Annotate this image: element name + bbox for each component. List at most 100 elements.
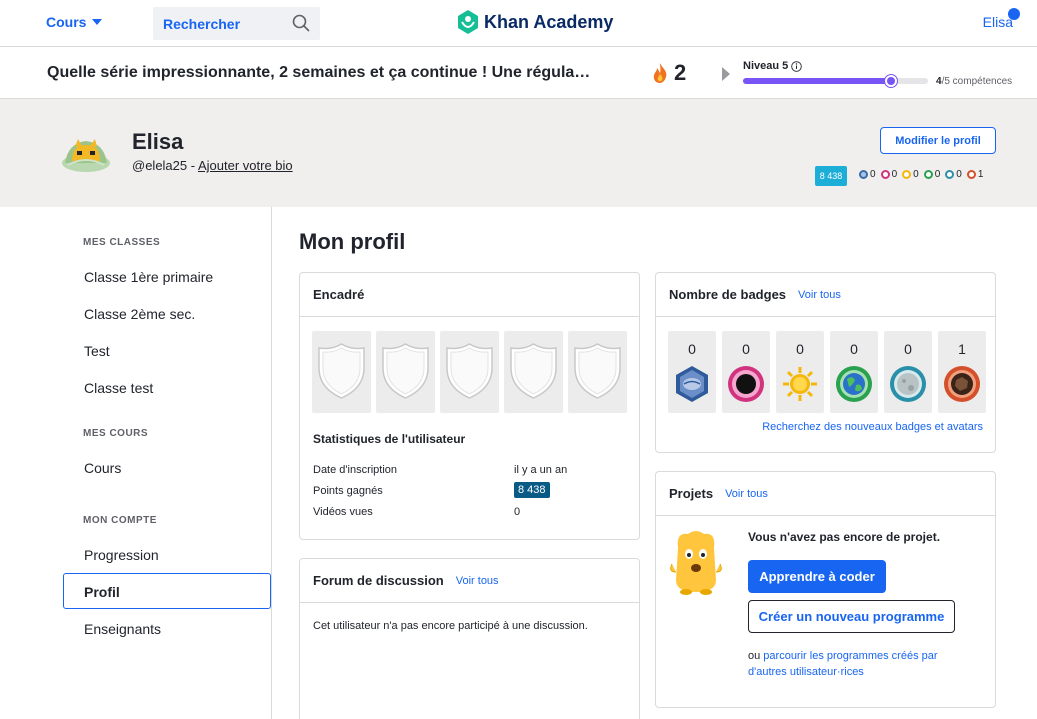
projects-card-header: Projets Voir tous	[656, 472, 995, 516]
badge-count-item[interactable]: 0	[722, 331, 770, 413]
browse-programs-text: ou parcourir les programmes créés par d'…	[748, 648, 978, 680]
notification-dot[interactable]	[1008, 8, 1020, 20]
edit-profile-button[interactable]: Modifier le profil	[880, 127, 996, 154]
badge-summary-item: 1	[966, 169, 983, 180]
shield-icon	[574, 343, 621, 399]
courses-menu-button[interactable]: Cours	[46, 14, 103, 30]
badge-summary[interactable]: 0 0 0 0 0 1	[859, 169, 983, 180]
moon-badge-icon	[880, 170, 890, 179]
projects-empty-text: Vous n'avez pas encore de projet.	[748, 530, 941, 544]
add-bio-link[interactable]: Ajouter votre bio	[198, 158, 293, 173]
sidebar-item-profile[interactable]: Profil	[63, 573, 271, 609]
badge-count-number: 0	[904, 341, 912, 357]
shield-icon	[382, 343, 429, 399]
badge-summary-count: 0	[956, 169, 962, 180]
stat-value-points: 8 438	[514, 482, 550, 498]
badge-summary-item: 0	[880, 169, 898, 180]
courses-menu-label: Cours	[46, 14, 87, 30]
badge-summary-count: 0	[891, 169, 898, 180]
search-input[interactable]	[153, 7, 293, 40]
badge-count-item[interactable]: 0	[884, 331, 932, 413]
top-navigation: Cours Khan Academy Elisa	[0, 0, 1037, 47]
chevron-down-icon	[92, 19, 103, 25]
badge-count-item[interactable]: 0	[668, 331, 716, 413]
classes-heading: MES CLASSES	[83, 237, 161, 248]
avatar[interactable]	[60, 133, 112, 173]
khan-academy-logo[interactable]: Khan Academy	[457, 10, 613, 34]
badge-count-number: 0	[742, 341, 750, 357]
sidebar-item-class-2[interactable]: Classe 2ème sec.	[84, 306, 195, 322]
streak-message: Quelle série impressionnante, 2 semaines…	[47, 64, 591, 81]
sidebar-item-label: Profil	[84, 584, 120, 600]
expand-arrow-icon[interactable]	[722, 67, 730, 81]
info-icon[interactable]	[791, 60, 803, 72]
badges-see-all-link[interactable]: Voir tous	[798, 289, 841, 301]
featured-card: Encadré Statistiques de l'utilisateur Da…	[299, 272, 640, 540]
new-program-button[interactable]: Créer un nouveau programme	[748, 600, 955, 633]
mascot-illustration	[670, 531, 722, 595]
sidebar-item-test[interactable]: Test	[84, 343, 110, 359]
empty-badge-slot[interactable]	[376, 331, 435, 413]
discussion-see-all-link[interactable]: Voir tous	[456, 575, 499, 587]
streak-bar: Quelle série impressionnante, 2 semaines…	[0, 48, 1037, 99]
challenge-patch-icon	[944, 366, 980, 402]
empty-badge-slot[interactable]	[312, 331, 371, 413]
khan-hexagon-icon	[458, 10, 478, 34]
empty-badge-slot[interactable]	[568, 331, 627, 413]
badge-summary-item: 0	[923, 169, 940, 180]
browse-programs-link-2[interactable]: d'autres utilisateur·rices	[748, 666, 864, 678]
flame-icon	[653, 63, 667, 83]
sun-badge-icon	[836, 366, 872, 402]
sidebar-item-class-test[interactable]: Classe test	[84, 380, 153, 396]
badge-count-number: 1	[958, 341, 966, 357]
empty-badge-slot[interactable]	[440, 331, 499, 413]
stat-label-videos: Vidéos vues	[313, 506, 373, 518]
level-progress-knob	[885, 75, 897, 87]
badge-count-number: 0	[688, 341, 696, 357]
badge-summary-count: 0	[913, 169, 919, 180]
discussion-card-title: Forum de discussion	[313, 573, 444, 588]
meteorite-badge-icon	[676, 366, 708, 402]
badge-count-item[interactable]: 0	[776, 331, 824, 413]
level-progress-fill	[743, 78, 891, 84]
sidebar: MES CLASSES Classe 1ère primaire Classe …	[0, 207, 272, 719]
profile-name: Elisa	[132, 129, 184, 154]
featured-card-header: Encadré	[300, 273, 639, 317]
search-badges-link[interactable]: Recherchez des nouveaux badges et avatar…	[762, 421, 983, 433]
badges-card: Nombre de badges Voir tous 0 0 0 0 0 1 Recher…	[655, 272, 996, 453]
black-hole-badge-icon	[890, 366, 926, 402]
stat-value-joined: il y a un an	[514, 464, 568, 476]
stat-label-points: Points gagnés	[313, 485, 383, 497]
user-stats-title: Statistiques de l'utilisateur	[313, 432, 466, 446]
sidebar-item-class-1[interactable]: Classe 1ère primaire	[84, 269, 213, 285]
featured-card-title: Encadré	[313, 287, 365, 302]
challenge-patch-icon	[966, 170, 976, 179]
level-label: Niveau 5	[743, 60, 803, 72]
account-heading: MON COMPTE	[83, 515, 157, 526]
search-icon[interactable]	[292, 14, 310, 32]
projects-see-all-link[interactable]: Voir tous	[725, 488, 768, 500]
sidebar-item-progress[interactable]: Progression	[84, 547, 159, 563]
energy-points-badge: 8 438	[815, 166, 847, 186]
moon-badge-icon	[728, 366, 764, 402]
stat-value-videos: 0	[514, 506, 521, 518]
empty-badge-slot[interactable]	[504, 331, 563, 413]
badge-summary-item: 0	[902, 169, 919, 180]
badge-count-number: 0	[796, 341, 804, 357]
skills-count: 4/5 compétences	[936, 76, 1013, 87]
stat-label-joined: Date d'inscription	[313, 464, 398, 476]
browse-programs-link[interactable]: parcourir les programmes créés par	[763, 650, 937, 662]
logo-text: Khan Academy	[484, 11, 614, 32]
sidebar-item-teachers[interactable]: Enseignants	[84, 621, 161, 637]
level-text: Niveau 5	[743, 60, 789, 72]
badge-count-item[interactable]: 0	[830, 331, 878, 413]
badges-card-title: Nombre de badges	[669, 287, 787, 302]
learn-to-code-button[interactable]: Apprendre à coder	[748, 560, 886, 593]
streak-counter[interactable]: 2	[652, 60, 686, 86]
profile-handle: @elela25 -	[132, 158, 198, 173]
level-progress-bar	[743, 75, 928, 87]
meteorite-badge-icon	[859, 170, 868, 179]
badge-count-item[interactable]: 1	[938, 331, 986, 413]
page-title: Mon profil	[299, 229, 406, 254]
sidebar-item-courses[interactable]: Cours	[84, 460, 121, 476]
